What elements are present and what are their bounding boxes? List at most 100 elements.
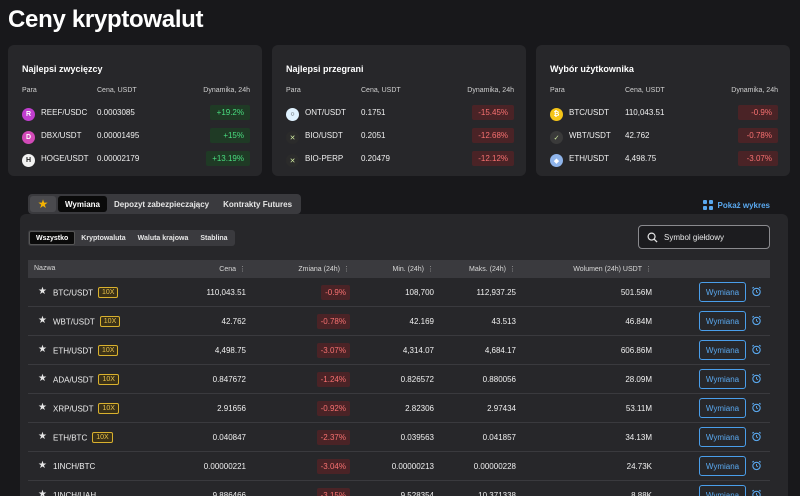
col-min[interactable]: Min. (24h) ⋮	[392, 265, 434, 273]
alarm-clock-icon[interactable]	[751, 402, 762, 413]
table-row[interactable]: ★ BTC/USDT 10X 110,043.51 -0.9% 108,700 1…	[28, 278, 770, 307]
exchange-button[interactable]: Wymiana	[699, 398, 746, 418]
col-price: Cena, USDT	[625, 87, 665, 94]
exchange-button[interactable]: Wymiana	[699, 369, 746, 389]
table-row[interactable]: ★ 1INCH/BTC 0.00000221 -3.04% 0.00000213…	[28, 452, 770, 481]
star-icon[interactable]: ★	[38, 489, 47, 496]
card-row[interactable]: ◆ ETH/USDT 4,498.75 -3.07%	[550, 151, 778, 167]
col-pair: Para	[286, 87, 301, 94]
pair-label: BIO/USDT	[305, 131, 343, 140]
price-cell: 2.91656	[217, 404, 246, 413]
pair-label: REEF/USDC	[41, 108, 88, 117]
col-name[interactable]: Nazwa	[34, 265, 55, 272]
card-row[interactable]: ₿ BTC/USDT 110,043.51 -0.9%	[550, 105, 778, 121]
change-badge: -0.92%	[316, 401, 350, 416]
table-row[interactable]: ★ XRP/USDT 10X 2.91656 -0.92% 2.82306 2.9…	[28, 394, 770, 423]
tab-exchange[interactable]: Wymiana	[58, 196, 107, 212]
page-title: Ceny kryptowalut	[8, 6, 204, 33]
min-cell: 42.169	[409, 317, 434, 326]
filter-stable[interactable]: Stablina	[194, 231, 233, 245]
star-icon[interactable]: ★	[38, 373, 47, 384]
tab-futures[interactable]: Kontrakty Futures	[216, 196, 299, 212]
table-row[interactable]: ★ 1INCH/UAH 9.886466 -3.15% 9.528354 10.…	[28, 481, 770, 496]
symbol-label: ETH/BTC	[53, 433, 88, 443]
card-row[interactable]: ✓ WBT/USDT 42.762 -0.78%	[550, 128, 778, 144]
col-price: Cena, USDT	[97, 87, 137, 94]
change-badge: -1.24%	[316, 372, 350, 387]
alarm-clock-icon[interactable]	[751, 315, 762, 326]
star-icon[interactable]: ★	[38, 344, 47, 355]
symbol-cell: ETH/BTC 10X	[53, 432, 113, 444]
col-change[interactable]: Zmiana (24h) ⋮	[298, 265, 350, 273]
col-price[interactable]: Cena ⋮	[219, 265, 246, 273]
sort-icon: ⋮	[427, 266, 434, 273]
exchange-button[interactable]: Wymiana	[699, 311, 746, 331]
max-cell: 0.00000228	[473, 462, 516, 471]
card-row[interactable]: R REEF/USDC 0.0003085 +19.2%	[22, 105, 250, 121]
dbx-icon: D	[22, 131, 35, 144]
symbol-label: ETH/USDT	[53, 346, 93, 356]
leverage-badge: 10X	[99, 316, 121, 327]
sort-icon: ⋮	[509, 266, 516, 273]
volume-cell: 28.09M	[625, 375, 652, 384]
sort-icon: ⋮	[239, 266, 246, 273]
table-row[interactable]: ★ ETH/USDT 10X 4,498.75 -3.07% 4,314.07 4…	[28, 336, 770, 365]
search-input[interactable]	[664, 232, 764, 242]
change-badge: -3.07%	[316, 343, 350, 358]
change-badge: -12.68%	[472, 128, 514, 143]
symbol-cell: ETH/USDT 10X	[53, 345, 119, 357]
alarm-clock-icon[interactable]	[751, 460, 762, 471]
card-row[interactable]: ○ ONT/USDT 0.1751 -15.45%	[286, 105, 514, 121]
alarm-clock-icon[interactable]	[751, 431, 762, 442]
card-row[interactable]: D DBX/USDT 0.00001495 +15%	[22, 128, 250, 144]
col-volume[interactable]: Wolumen (24h) USDT ⋮	[573, 265, 652, 273]
alarm-clock-icon[interactable]	[751, 489, 762, 496]
alarm-clock-icon[interactable]	[751, 286, 762, 297]
star-icon[interactable]: ★	[38, 315, 47, 326]
col-pair: Para	[22, 87, 37, 94]
card-row[interactable]: ✕ BIO-PERP 0.20479 -12.12%	[286, 151, 514, 167]
btc-icon: ₿	[550, 108, 563, 121]
symbol-label: ADA/USDT	[53, 375, 94, 385]
search-box[interactable]	[638, 225, 770, 249]
volume-cell: 8.88K	[631, 491, 652, 496]
filter-fiat[interactable]: Waluta krajowa	[132, 231, 195, 245]
card-title: Najlepsi zwycięzcy	[22, 64, 103, 74]
card-row[interactable]: H HOGE/USDT 0.00002179 +13.19%	[22, 151, 250, 167]
symbol-cell: ADA/USDT 10X	[53, 374, 119, 386]
show-chart-button[interactable]: Pokaż wykres	[702, 200, 770, 210]
table-row[interactable]: ★ ETH/BTC 10X 0.040847 -2.37% 0.039563 0.…	[28, 423, 770, 452]
min-cell: 0.039563	[400, 433, 434, 442]
tab-favorites[interactable]: ★	[30, 196, 56, 212]
change-badge: -3.04%	[316, 459, 350, 474]
price-value: 0.0003085	[97, 108, 135, 117]
star-icon[interactable]: ★	[38, 286, 47, 297]
change-badge: +19.2%	[210, 105, 250, 120]
star-icon[interactable]: ★	[38, 402, 47, 413]
col-change: Dynamika, 24h	[731, 87, 778, 94]
price-value: 0.00002179	[97, 154, 140, 163]
exchange-button[interactable]: Wymiana	[699, 456, 746, 476]
alarm-clock-icon[interactable]	[751, 373, 762, 384]
table-row[interactable]: ★ WBT/USDT 10X 42.762 -0.78% 42.169 43.51…	[28, 307, 770, 336]
alarm-clock-icon[interactable]	[751, 344, 762, 355]
tab-margin-deposit[interactable]: Depozyt zabezpieczający	[107, 196, 216, 212]
max-cell: 43.513	[491, 317, 516, 326]
exchange-button[interactable]: Wymiana	[699, 340, 746, 360]
col-max[interactable]: Maks. (24h) ⋮	[469, 265, 516, 273]
card-row[interactable]: ✕ BIO/USDT 0.2051 -12.68%	[286, 128, 514, 144]
filter-crypto[interactable]: Kryptowaluta	[75, 231, 131, 245]
min-cell: 4,314.07	[402, 346, 434, 355]
star-icon[interactable]: ★	[38, 431, 47, 442]
table-row[interactable]: ★ ADA/USDT 10X 0.847672 -1.24% 0.826572 0…	[28, 365, 770, 394]
exchange-button[interactable]: Wymiana	[699, 427, 746, 447]
filter-all[interactable]: Wszystko	[29, 231, 76, 245]
star-icon[interactable]: ★	[38, 460, 47, 471]
price-value: 42.762	[625, 131, 650, 140]
markets-panel: Wszystko Kryptowaluta Waluta krajowa Sta…	[20, 214, 788, 496]
volume-cell: 53.11M	[625, 404, 652, 413]
max-cell: 4,684.17	[484, 346, 516, 355]
symbol-cell: WBT/USDT 10X	[53, 316, 121, 328]
exchange-button[interactable]: Wymiana	[699, 282, 746, 302]
exchange-button[interactable]: Wymiana	[699, 485, 746, 496]
